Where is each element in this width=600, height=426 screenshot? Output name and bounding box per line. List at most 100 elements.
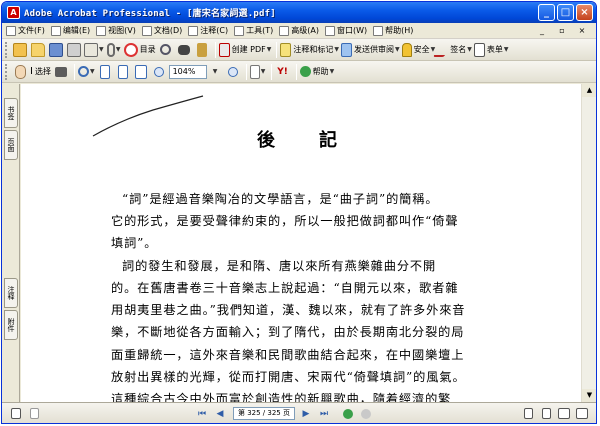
sign-button[interactable]: 签名 ▼	[433, 41, 472, 59]
toolbar-file: ▼ ▼ 目录 创建 PDF ▼ 注释和标记 ▼ 发送供审阅 ▼ 安全 ▼ 签名 ▼ 表单 ▼	[2, 39, 596, 61]
vertical-scrollbar[interactable]: ▲ ▼	[581, 84, 596, 402]
select-tool-button[interactable]: I 选择	[30, 63, 51, 81]
acrobat-window: A Adobe Acrobat Professional - [唐宋名家詞選.p…	[1, 1, 597, 424]
next-page-button[interactable]: ▶	[298, 405, 314, 423]
save-icon[interactable]	[48, 41, 64, 59]
menu-label: 高级(A)	[291, 26, 319, 35]
next-view-button[interactable]	[358, 405, 374, 423]
menu-window[interactable]: 窗口(W)	[324, 25, 367, 36]
options-icon[interactable]	[26, 405, 42, 423]
help-button[interactable]: 帮助 ▼	[299, 63, 334, 81]
fit-width-icon[interactable]	[133, 63, 149, 81]
facing-layout-button[interactable]	[556, 405, 572, 423]
zoom-in-icon[interactable]: ▼	[77, 63, 95, 81]
doc-restore-button[interactable]: ▫	[554, 22, 570, 40]
send-review-label: 发送供审阅	[354, 45, 395, 54]
search-icon[interactable]	[158, 41, 174, 59]
create-pdf-button[interactable]: 创建 PDF ▼	[218, 41, 271, 59]
menu-document[interactable]: 文档(D)	[141, 25, 182, 36]
hand-tool-icon[interactable]	[12, 63, 28, 81]
separator	[245, 63, 247, 80]
zoom-dropdown-icon[interactable]: ▼	[207, 63, 223, 81]
create-pdf-icon[interactable]	[12, 41, 28, 59]
rotate-view-icon[interactable]: ▼	[249, 63, 266, 81]
snapshot-icon[interactable]	[53, 63, 69, 81]
text-line: 面重歸統一，這外來音樂和民間歌曲結合起來，在中國樂壇上	[111, 348, 465, 362]
separator	[295, 63, 297, 80]
forward-icon	[361, 408, 371, 419]
menu-label: 文件(F)	[18, 26, 45, 35]
last-page-icon: ⏭	[319, 408, 329, 419]
yahoo-icon[interactable]: Y!	[275, 63, 291, 81]
secure-button[interactable]: 安全 ▼	[401, 41, 435, 59]
menu-edit[interactable]: 编辑(E)	[50, 25, 91, 36]
actual-size-icon[interactable]	[97, 63, 113, 81]
document-page[interactable]: 後記 “詞”是經過音樂陶冶的文學語言，是“曲子詞”的簡稱。 它的形式，是要受聲律…	[21, 84, 581, 402]
menu-label: 视图(V)	[108, 26, 136, 35]
zoom-level-field[interactable]: 104%	[168, 64, 207, 79]
page-layout-icon[interactable]	[8, 405, 24, 423]
title-bar: A Adobe Acrobat Professional - [唐宋名家詞選.p…	[2, 2, 596, 23]
menu-tools[interactable]: 工具(T)	[234, 25, 273, 36]
maximize-button[interactable]: □	[557, 4, 574, 21]
text-cursor-icon: I	[30, 66, 33, 77]
separator	[276, 41, 278, 58]
stamp-icon[interactable]	[194, 41, 210, 59]
email-icon[interactable]: ▼	[84, 41, 104, 59]
doc-minimize-button[interactable]: _	[534, 22, 550, 40]
prev-page-button[interactable]: ◀	[212, 405, 228, 423]
text-line: 樂，不斷地從各方面輸入；到了隋代，由於長期南北分裂的局	[111, 325, 465, 339]
menu-label: 帮助(H)	[385, 26, 414, 35]
forms-button[interactable]: 表单 ▼	[473, 41, 509, 59]
menu-comments[interactable]: 注释(C)	[188, 25, 228, 36]
doc-close-button[interactable]: ×	[574, 22, 590, 40]
scroll-down-button[interactable]: ▼	[582, 389, 596, 402]
grid-toc-button[interactable]: 目录	[123, 41, 156, 59]
tools-icon	[234, 25, 245, 36]
menu-label: 编辑(E)	[62, 26, 91, 35]
tab-pages[interactable]: 页面	[4, 130, 18, 160]
scroll-up-button[interactable]: ▲	[582, 84, 596, 97]
tab-attachments[interactable]: 附件	[4, 310, 18, 340]
print-icon[interactable]	[66, 41, 82, 59]
tab-comments[interactable]: 注释	[4, 278, 18, 308]
comment-markup-button[interactable]: 注释和标记 ▼	[280, 41, 339, 59]
open-icon[interactable]	[30, 41, 46, 59]
close-button[interactable]: ×	[576, 4, 593, 21]
zoom-in-button[interactable]	[225, 63, 241, 81]
facing-icon	[558, 408, 570, 419]
menu-view[interactable]: 视图(V)	[96, 25, 136, 36]
view-icon	[96, 25, 107, 36]
page-number-field[interactable]: 第 325 / 325 页	[233, 407, 295, 420]
text-line: 放射出異樣的光輝，從而打開唐、宋兩代“倚聲填詞”的風氣。	[111, 370, 466, 384]
single-page-layout-button[interactable]	[520, 405, 536, 423]
continuous-facing-icon	[576, 408, 588, 419]
prev-page-icon: ◀	[216, 408, 224, 419]
last-page-button[interactable]: ⏭	[316, 405, 332, 423]
continuous-facing-layout-button[interactable]	[574, 405, 590, 423]
secure-label: 安全	[413, 45, 430, 54]
menu-file[interactable]: 文件(F)	[6, 25, 45, 36]
text-line: 用胡夷里巷之曲。”我們知道，漢、魏以來，就有了許多外來音	[111, 303, 466, 317]
fit-page-icon[interactable]	[115, 63, 131, 81]
text-line: 這種綜合古今中外而富於創造性的新興歌曲，隨着經濟的繁	[111, 392, 452, 402]
send-review-button[interactable]: 发送供审阅 ▼	[341, 41, 400, 59]
zoom-out-button[interactable]	[151, 63, 167, 81]
tab-bookmarks[interactable]: 书签	[4, 98, 18, 128]
select-label: 选择	[34, 67, 51, 76]
attach-icon[interactable]: ▼	[106, 41, 122, 59]
continuous-layout-button[interactable]	[538, 405, 554, 423]
menu-help[interactable]: 帮助(H)	[373, 25, 413, 36]
first-page-button[interactable]: ⏮	[194, 405, 210, 423]
previous-view-button[interactable]	[340, 405, 356, 423]
edit-icon	[50, 25, 61, 36]
sign-label: 签名	[450, 45, 467, 54]
minimize-button[interactable]: _	[538, 4, 555, 21]
text-line: 詞的發生和發展，是和隋、唐以來所有燕樂雜曲分不開	[122, 259, 437, 273]
text-line: 的。在舊唐書卷三十音樂志上說起過：“自開元以來，歌者雜	[111, 281, 459, 295]
binoculars-icon[interactable]	[176, 41, 192, 59]
separator	[270, 63, 272, 80]
text-line: 填詞”。	[111, 236, 158, 250]
forms-label: 表单	[486, 45, 503, 54]
menu-advanced[interactable]: 高级(A)	[279, 25, 319, 36]
